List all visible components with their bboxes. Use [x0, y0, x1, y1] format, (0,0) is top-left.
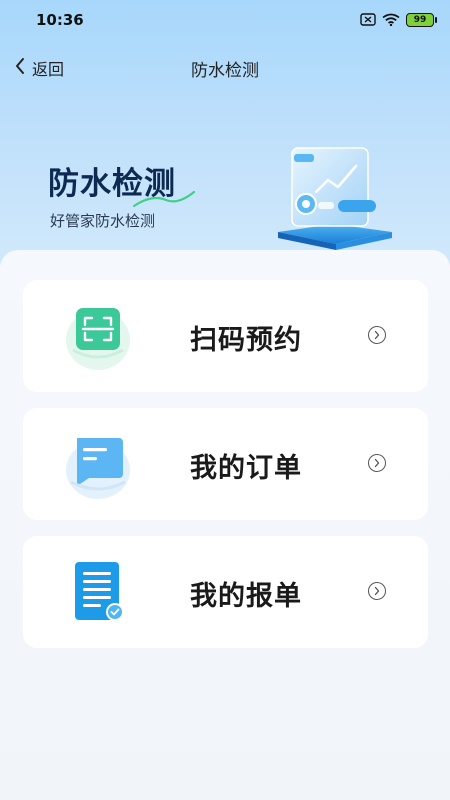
my-orders-card[interactable]: 我的订单 — [23, 408, 428, 520]
battery-icon: 99 — [406, 13, 437, 27]
status-icons: 99 — [360, 11, 437, 30]
chevron-right-icon — [368, 326, 386, 344]
page-title: 防水检测 — [191, 61, 259, 81]
card-label-orders: 我的订单 — [190, 453, 302, 484]
chevron-right-icon — [368, 454, 386, 472]
scan-booking-card[interactable]: 扫码预约 — [23, 280, 428, 392]
wifi-icon — [382, 11, 400, 30]
report-icon — [63, 556, 133, 628]
card-label-scan: 扫码预约 — [190, 325, 302, 356]
status-bar: 10:36 99 — [0, 0, 450, 40]
chevron-right-icon — [368, 582, 386, 600]
sim-off-icon — [360, 11, 376, 30]
status-time: 10:36 — [36, 11, 84, 29]
scan-icon — [63, 300, 133, 372]
monitor-chart-illustration — [270, 140, 400, 259]
order-icon — [63, 428, 133, 500]
my-reports-card[interactable]: 我的报单 — [23, 536, 428, 648]
nav-bar: 返回 防水检测 — [0, 48, 450, 88]
banner-subtitle: 好管家防水检测 — [50, 212, 156, 230]
card-label-reports: 我的报单 — [190, 581, 302, 612]
